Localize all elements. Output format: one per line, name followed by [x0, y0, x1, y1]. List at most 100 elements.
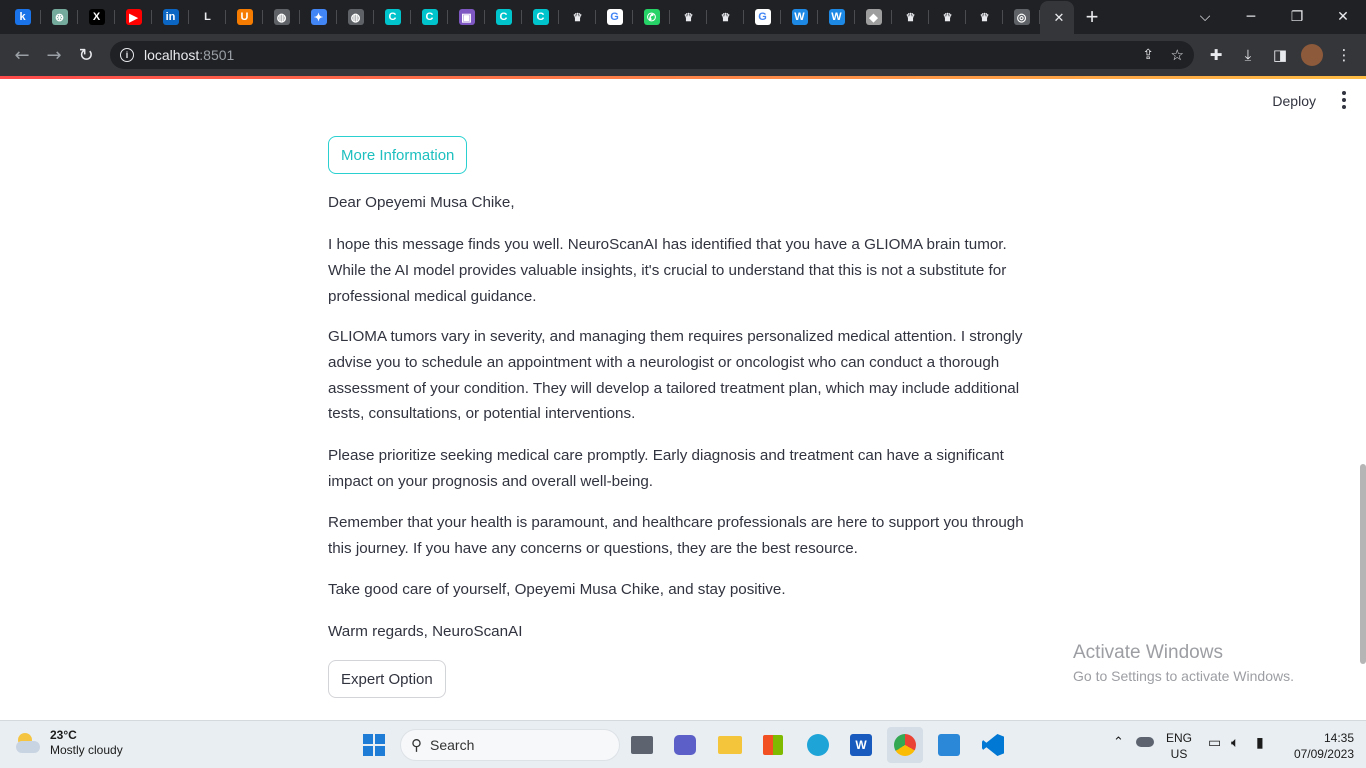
volume-icon[interactable]: 🔈︎ [1231, 735, 1239, 751]
crown-icon: ♛ [717, 9, 734, 25]
browser-tab[interactable]: ✆ [633, 0, 670, 34]
tab-search-icon[interactable]: ⌵ [1182, 0, 1228, 34]
share-icon[interactable]: ⇪ [1142, 47, 1154, 63]
browser-tab[interactable]: k [4, 0, 41, 34]
edge-icon[interactable] [800, 727, 836, 763]
orange-logo-icon: U [236, 9, 253, 25]
browser-tab[interactable]: ♛ [707, 0, 744, 34]
language-indicator[interactable]: ENG US [1166, 730, 1192, 762]
deploy-button[interactable]: Deploy [1272, 93, 1316, 109]
photos-icon[interactable] [931, 727, 967, 763]
vscode-icon[interactable] [975, 727, 1011, 763]
browser-tab[interactable]: L [189, 0, 226, 34]
browser-tab[interactable]: ✦ [300, 0, 337, 34]
chrome-menu-icon[interactable]: ⋮ [1328, 39, 1360, 71]
message-paragraph: Please prioritize seeking medical care p… [328, 447, 1004, 490]
tray-chevron-icon[interactable]: ⌃ [1113, 735, 1124, 750]
page-scrollbar[interactable] [1360, 464, 1366, 664]
message-paragraph: GLIOMA tumors vary in severity, and mana… [328, 328, 1023, 423]
profile-avatar[interactable] [1296, 39, 1328, 71]
word-icon[interactable]: W [843, 727, 879, 763]
message-paragraph: I hope this message finds you well. Neur… [328, 236, 1007, 305]
message-paragraph: Remember that your health is paramount, … [328, 514, 1024, 557]
k-icon: k [14, 9, 31, 25]
taskbar-search[interactable]: ⚲ Search [400, 729, 620, 761]
main-menu-icon[interactable] [1340, 91, 1348, 109]
chatgpt-icon: ⊛ [51, 9, 68, 25]
minimize-button[interactable]: ─ [1228, 0, 1274, 34]
canva-icon: C [384, 9, 401, 25]
blue-star-icon: ✦ [310, 9, 327, 25]
battery-icon[interactable]: ▮ [1256, 735, 1264, 751]
search-label: Search [430, 737, 475, 753]
loom-icon: L [199, 9, 216, 25]
clock[interactable]: 14:35 07/09/2023 [1284, 730, 1354, 762]
expert-option-button[interactable]: Expert Option [328, 660, 446, 698]
more-information-button[interactable]: More Information [328, 136, 468, 174]
new-tab-button[interactable]: + [1074, 0, 1110, 34]
browser-tab[interactable]: U [226, 0, 263, 34]
browser-tab[interactable]: ▣ [448, 0, 485, 34]
browser-tab[interactable]: ♛ [670, 0, 707, 34]
close-window-button[interactable]: ✕ [1320, 0, 1366, 34]
app-page: Deploy More Information Dear Opeyemi Mus… [0, 79, 1366, 720]
browser-tab[interactable]: ◍ [337, 0, 374, 34]
extensions-icon[interactable]: ✚ [1200, 39, 1232, 71]
crown-icon: ♛ [680, 9, 697, 25]
browser-tab[interactable]: ♛ [929, 0, 966, 34]
browser-tab[interactable]: ♛ [559, 0, 596, 34]
weather-text: Mostly cloudy [50, 743, 123, 757]
temperature-text: 23°C [50, 728, 77, 742]
crown-icon: ♛ [939, 9, 956, 25]
onedrive-cloud-icon[interactable] [1136, 737, 1154, 747]
browser-tab[interactable]: C [374, 0, 411, 34]
whatsapp-icon: ✆ [643, 9, 660, 25]
browser-tab[interactable]: ◍ [263, 0, 300, 34]
network-icon[interactable]: ▭ [1208, 735, 1221, 751]
browser-tab[interactable]: ◎ [1003, 0, 1040, 34]
browser-tab[interactable]: ⊛ [41, 0, 78, 34]
active-tab[interactable]: ✕ [1040, 1, 1074, 35]
language-text: ENG [1166, 731, 1193, 745]
restore-button[interactable]: ❐ [1274, 0, 1320, 34]
forward-icon[interactable]: → [38, 39, 70, 71]
url-text: localhost:8501 [144, 47, 234, 63]
microsoft-store-icon[interactable] [755, 727, 791, 763]
browser-tab[interactable]: G [596, 0, 633, 34]
browser-tab[interactable]: ♛ [966, 0, 1003, 34]
browser-tab[interactable]: ♛ [892, 0, 929, 34]
bookmark-star-icon[interactable]: ☆ [1171, 46, 1184, 64]
address-bar[interactable]: i localhost:8501 ⇪ ☆ [110, 41, 1194, 69]
canva-icon: C [532, 9, 549, 25]
back-icon[interactable]: ← [6, 39, 38, 71]
activate-windows-subtitle: Go to Settings to activate Windows. [1073, 668, 1294, 684]
start-button[interactable] [356, 727, 392, 763]
crown-icon: ♛ [902, 9, 919, 25]
greeting-text: Dear Opeyemi Musa Chike, [328, 194, 515, 211]
purple-app-icon: ▣ [458, 9, 475, 25]
tab-strip: k ⊛ X ▶ in L U ◍ ✦ ◍ C C ▣ C C ♛ G ✆ ♛ ♛ G W W ◆ ♛ ♛ ♛ ◎ ✕ + [0, 0, 1366, 35]
browser-tab[interactable]: ◆ [855, 0, 892, 34]
reload-icon[interactable]: ↻ [70, 39, 102, 71]
close-tab-icon[interactable]: ✕ [1054, 11, 1065, 26]
crown-icon: ♛ [976, 9, 993, 25]
file-explorer-icon[interactable] [712, 727, 748, 763]
browser-tab[interactable]: C [411, 0, 448, 34]
task-view-icon[interactable] [624, 727, 660, 763]
browser-tab[interactable]: C [522, 0, 559, 34]
crown-icon: ♛ [569, 9, 586, 25]
site-info-icon[interactable]: i [120, 48, 134, 62]
browser-tab[interactable]: in [152, 0, 189, 34]
browser-tab[interactable]: W [818, 0, 855, 34]
browser-tab[interactable]: G [744, 0, 781, 34]
browser-tab[interactable]: C [485, 0, 522, 34]
browser-tab[interactable]: X [78, 0, 115, 34]
browser-tab[interactable]: W [781, 0, 818, 34]
chrome-taskbar-icon[interactable] [887, 727, 923, 763]
side-panel-icon[interactable]: ◨ [1264, 39, 1296, 71]
weather-widget[interactable]: 23°C Mostly cloudy [14, 728, 123, 758]
url-host: localhost [144, 47, 200, 63]
download-icon[interactable]: ⤓ [1232, 39, 1264, 71]
browser-tab[interactable]: ▶ [115, 0, 152, 34]
teams-chat-icon[interactable] [667, 727, 703, 763]
